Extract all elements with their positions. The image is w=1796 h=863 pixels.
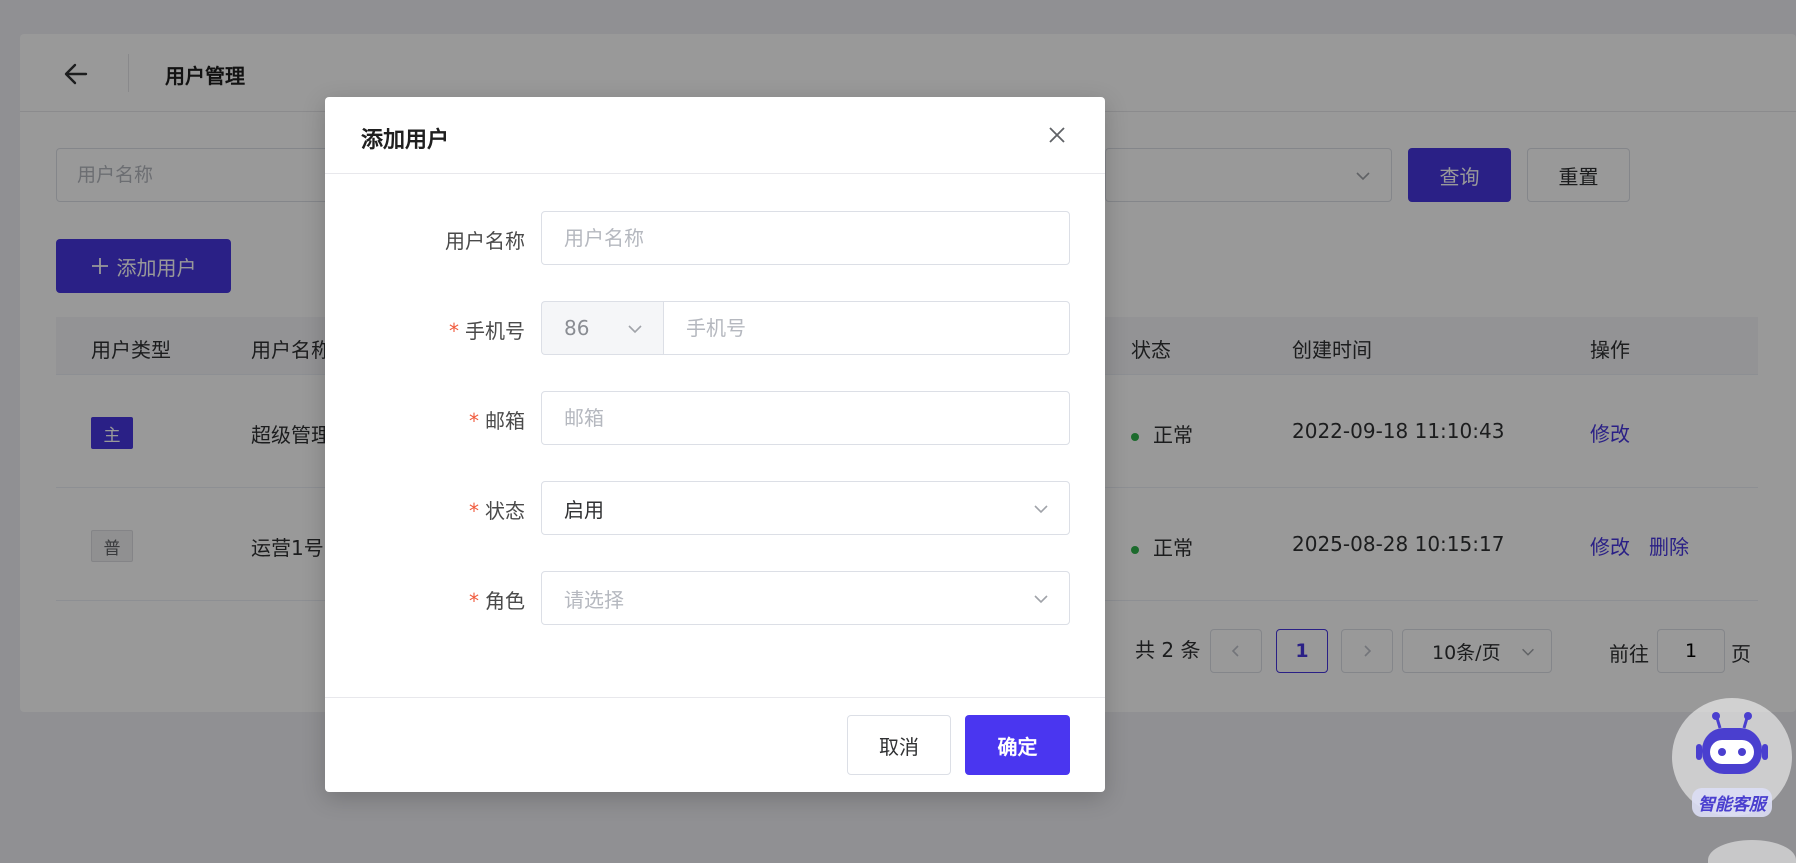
required-asterisk: * — [469, 589, 479, 613]
username-input[interactable] — [541, 211, 1070, 265]
confirm-button[interactable]: 确定 — [965, 715, 1070, 775]
chevron-down-icon — [1034, 595, 1048, 604]
dialog-title: 添加用户 — [361, 128, 450, 153]
country-code-value: 86 — [564, 316, 590, 340]
assistant-label[interactable]: 智能客服 — [1692, 788, 1772, 817]
email-label-text: 邮箱 — [485, 409, 525, 433]
country-code-select[interactable]: 86 — [541, 301, 663, 355]
email-input[interactable] — [541, 391, 1070, 445]
chevron-down-icon — [1034, 505, 1048, 514]
status-select-value: 启用 — [564, 497, 604, 522]
required-asterisk: * — [449, 319, 459, 343]
dialog-header: 添加用户 — [325, 97, 1105, 174]
close-icon[interactable] — [1045, 123, 1069, 147]
status-label: * 状态 — [469, 495, 525, 524]
phone-label: * 手机号 — [449, 315, 525, 344]
role-label-text: 角色 — [485, 589, 525, 613]
username-label: 用户名称 — [445, 229, 525, 253]
status-select[interactable]: 启用 — [541, 481, 1070, 535]
role-select[interactable]: 请选择 — [541, 571, 1070, 625]
status-label-text: 状态 — [485, 499, 525, 523]
form-row-phone: * 手机号 86 — [325, 301, 1105, 355]
email-label: * 邮箱 — [469, 405, 525, 434]
phone-label-text: 手机号 — [465, 319, 525, 343]
required-asterisk: * — [469, 409, 479, 433]
form-row-username: 用户名称 — [325, 211, 1105, 265]
role-label: * 角色 — [469, 585, 525, 614]
role-select-placeholder: 请选择 — [564, 587, 624, 612]
cancel-button[interactable]: 取消 — [847, 715, 951, 775]
chevron-down-icon — [628, 325, 642, 334]
form-row-email: * 邮箱 — [325, 391, 1105, 445]
form-row-role: * 角色 请选择 — [325, 571, 1105, 625]
form-row-status: * 状态 启用 — [325, 481, 1105, 535]
dialog-footer: 取消 确定 — [325, 697, 1105, 792]
required-asterisk: * — [469, 499, 479, 523]
add-user-dialog: 添加用户 用户名称 *手机号 86 *邮箱 *状态 启用 *角色 请选择 取消 … — [325, 97, 1105, 792]
phone-input[interactable] — [663, 301, 1070, 355]
